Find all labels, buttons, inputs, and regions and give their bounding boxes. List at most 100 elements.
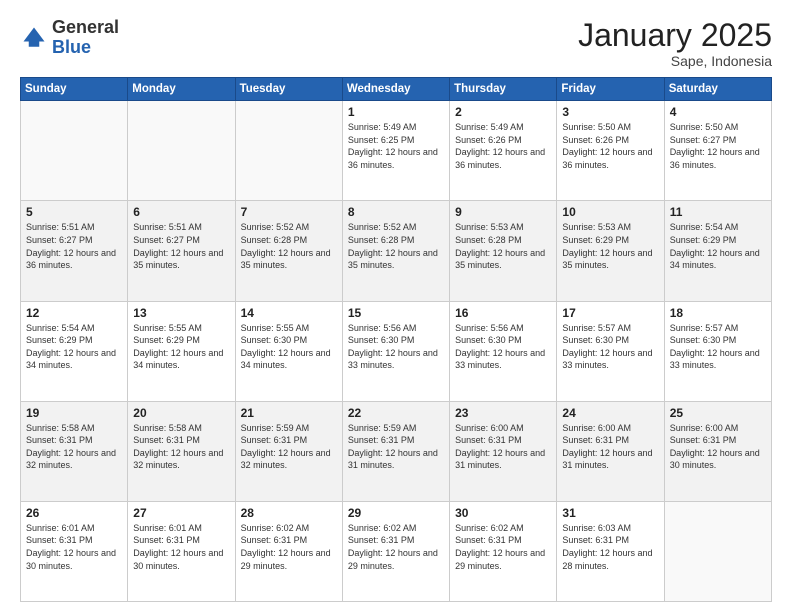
day-number: 9 [455,205,551,219]
day-number: 1 [348,105,444,119]
day-info: Sunrise: 5:52 AMSunset: 6:28 PMDaylight:… [348,221,444,271]
calendar-week-row: 26 Sunrise: 6:01 AMSunset: 6:31 PMDayligh… [21,501,772,601]
calendar-cell: 14 Sunrise: 5:55 AMSunset: 6:30 PMDayligh… [235,301,342,401]
weekday-header-monday: Monday [128,78,235,101]
calendar-week-row: 12Sunrise: 5:54 AMSunset: 6:29 PMDayligh… [21,301,772,401]
day-number: 10 [562,205,658,219]
calendar-cell: 5Sunrise: 5:51 AMSunset: 6:27 PMDaylight… [21,201,128,301]
weekday-header-saturday: Saturday [664,78,771,101]
day-number: 13 [133,306,229,320]
weekday-header-thursday: Thursday [450,78,557,101]
day-info: Sunrise: 5:57 AMSunset: 6:30 PMDaylight:… [562,322,658,372]
page: General Blue January 2025 Sape, Indonesi… [0,0,792,612]
day-number: 5 [26,205,122,219]
day-info: Sunrise: 5:49 AMSunset: 6:25 PMDaylight:… [348,121,444,171]
logo-blue: Blue [52,37,91,57]
calendar-cell: 24 Sunrise: 6:00 AMSunset: 6:31 PMDayligh… [557,401,664,501]
day-info: Sunrise: 5:53 AMSunset: 6:29 PMDaylight:… [562,221,658,271]
calendar-cell: 23 Sunrise: 6:00 AMSunset: 6:31 PMDayligh… [450,401,557,501]
calendar-cell: 7Sunrise: 5:52 AMSunset: 6:28 PMDaylight… [235,201,342,301]
calendar-cell [235,101,342,201]
day-info: Sunrise: 5:52 AMSunset: 6:28 PMDaylight:… [241,221,337,271]
weekday-header-wednesday: Wednesday [342,78,449,101]
calendar-cell: 4 Sunrise: 5:50 AMSunset: 6:27 PMDaylight… [664,101,771,201]
calendar-cell: 19Sunrise: 5:58 AMSunset: 6:31 PMDayligh… [21,401,128,501]
calendar-cell: 2Sunrise: 5:49 AMSunset: 6:26 PMDaylight… [450,101,557,201]
day-info: Sunrise: 6:02 AMSunset: 6:31 PMDaylight:… [455,522,551,572]
calendar-week-row: 5Sunrise: 5:51 AMSunset: 6:27 PMDaylight… [21,201,772,301]
day-info: Sunrise: 6:01 AMSunset: 6:31 PMDaylight:… [26,522,122,572]
weekday-header-friday: Friday [557,78,664,101]
calendar-cell: 15 Sunrise: 5:56 AMSunset: 6:30 PMDayligh… [342,301,449,401]
day-number: 16 [455,306,551,320]
calendar-table: SundayMondayTuesdayWednesdayThursdayFrid… [20,77,772,602]
day-number: 11 [670,205,766,219]
header: General Blue January 2025 Sape, Indonesi… [20,18,772,69]
day-number: 30 [455,506,551,520]
logo-text: General Blue [52,18,119,58]
calendar-cell: 1 Sunrise: 5:49 AMSunset: 6:25 PMDaylight… [342,101,449,201]
day-info: Sunrise: 6:00 AMSunset: 6:31 PMDaylight:… [562,422,658,472]
day-info: Sunrise: 5:54 AMSunset: 6:29 PMDaylight:… [670,221,766,271]
day-info: Sunrise: 5:55 AMSunset: 6:30 PMDaylight:… [241,322,337,372]
title-block: January 2025 Sape, Indonesia [578,18,772,69]
day-info: Sunrise: 5:59 AMSunset: 6:31 PMDaylight:… [348,422,444,472]
day-number: 28 [241,506,337,520]
day-number: 21 [241,406,337,420]
day-number: 25 [670,406,766,420]
weekday-header-tuesday: Tuesday [235,78,342,101]
calendar-cell: 20Sunrise: 5:58 AMSunset: 6:31 PMDayligh… [128,401,235,501]
calendar-cell: 29 Sunrise: 6:02 AMSunset: 6:31 PMDayligh… [342,501,449,601]
day-info: Sunrise: 5:50 AMSunset: 6:27 PMDaylight:… [670,121,766,171]
day-number: 14 [241,306,337,320]
day-info: Sunrise: 5:53 AMSunset: 6:28 PMDaylight:… [455,221,551,271]
calendar-cell: 21Sunrise: 5:59 AMSunset: 6:31 PMDayligh… [235,401,342,501]
calendar-cell: 27 Sunrise: 6:01 AMSunset: 6:31 PMDayligh… [128,501,235,601]
day-info: Sunrise: 6:03 AMSunset: 6:31 PMDaylight:… [562,522,658,572]
day-info: Sunrise: 5:56 AMSunset: 6:30 PMDaylight:… [348,322,444,372]
day-number: 23 [455,406,551,420]
logo-icon [20,24,48,52]
day-info: Sunrise: 5:56 AMSunset: 6:30 PMDaylight:… [455,322,551,372]
day-number: 29 [348,506,444,520]
calendar-cell [21,101,128,201]
day-number: 6 [133,205,229,219]
day-number: 4 [670,105,766,119]
day-number: 17 [562,306,658,320]
logo: General Blue [20,18,119,58]
calendar-cell: 22 Sunrise: 5:59 AMSunset: 6:31 PMDayligh… [342,401,449,501]
day-number: 26 [26,506,122,520]
calendar-cell: 10 Sunrise: 5:53 AMSunset: 6:29 PMDayligh… [557,201,664,301]
day-info: Sunrise: 6:00 AMSunset: 6:31 PMDaylight:… [455,422,551,472]
day-number: 15 [348,306,444,320]
day-info: Sunrise: 6:01 AMSunset: 6:31 PMDaylight:… [133,522,229,572]
day-info: Sunrise: 5:57 AMSunset: 6:30 PMDaylight:… [670,322,766,372]
calendar-cell: 30 Sunrise: 6:02 AMSunset: 6:31 PMDayligh… [450,501,557,601]
day-info: Sunrise: 6:02 AMSunset: 6:31 PMDaylight:… [241,522,337,572]
calendar-cell [664,501,771,601]
day-info: Sunrise: 6:02 AMSunset: 6:31 PMDaylight:… [348,522,444,572]
calendar-cell: 16 Sunrise: 5:56 AMSunset: 6:30 PMDayligh… [450,301,557,401]
calendar-week-row: 19Sunrise: 5:58 AMSunset: 6:31 PMDayligh… [21,401,772,501]
calendar-cell: 13 Sunrise: 5:55 AMSunset: 6:29 PMDayligh… [128,301,235,401]
day-info: Sunrise: 5:49 AMSunset: 6:26 PMDaylight:… [455,121,551,171]
calendar-cell: 17 Sunrise: 5:57 AMSunset: 6:30 PMDayligh… [557,301,664,401]
day-number: 27 [133,506,229,520]
day-number: 22 [348,406,444,420]
logo-general: General [52,17,119,37]
calendar-cell: 28 Sunrise: 6:02 AMSunset: 6:31 PMDayligh… [235,501,342,601]
calendar-title: January 2025 [578,18,772,53]
day-number: 19 [26,406,122,420]
day-number: 20 [133,406,229,420]
day-info: Sunrise: 5:54 AMSunset: 6:29 PMDaylight:… [26,322,122,372]
calendar-cell: 26 Sunrise: 6:01 AMSunset: 6:31 PMDayligh… [21,501,128,601]
calendar-cell: 31 Sunrise: 6:03 AMSunset: 6:31 PMDayligh… [557,501,664,601]
day-info: Sunrise: 5:50 AMSunset: 6:26 PMDaylight:… [562,121,658,171]
calendar-week-row: 1 Sunrise: 5:49 AMSunset: 6:25 PMDaylight… [21,101,772,201]
calendar-cell: 8Sunrise: 5:52 AMSunset: 6:28 PMDaylight… [342,201,449,301]
day-number: 31 [562,506,658,520]
day-info: Sunrise: 5:55 AMSunset: 6:29 PMDaylight:… [133,322,229,372]
day-info: Sunrise: 6:00 AMSunset: 6:31 PMDaylight:… [670,422,766,472]
day-number: 24 [562,406,658,420]
calendar-cell: 3Sunrise: 5:50 AMSunset: 6:26 PMDaylight… [557,101,664,201]
